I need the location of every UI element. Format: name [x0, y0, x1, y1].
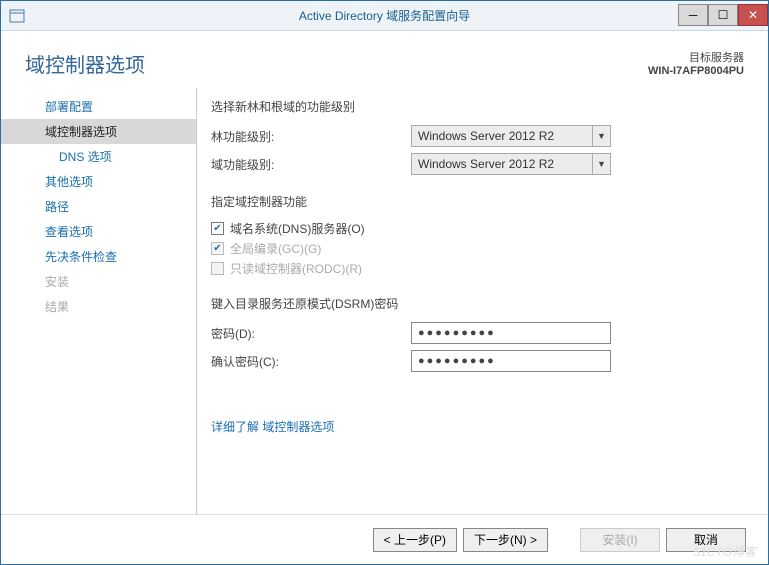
confirm-password-label: 确认密码(C): — [211, 353, 411, 370]
sidebar-item-dc-options[interactable]: 域控制器选项 — [1, 119, 196, 144]
titlebar: Active Directory 域服务配置向导 ─ ☐ ✕ — [1, 1, 768, 31]
sidebar-item-deploy[interactable]: 部署配置 — [1, 94, 196, 119]
gc-checkbox-row: ✔ 全局编录(GC)(G) — [211, 240, 744, 257]
sidebar-item-dns-options[interactable]: DNS 选项 — [1, 144, 196, 169]
window-controls: ─ ☐ ✕ — [678, 5, 768, 26]
section-dc-capabilities: 指定域控制器功能 — [211, 193, 744, 210]
sidebar-item-install: 安装 — [1, 269, 196, 294]
confirm-password-row: 确认密码(C): ●●●●●●●●● — [211, 350, 744, 372]
forest-level-value: Windows Server 2012 R2 — [418, 129, 554, 143]
rodc-checkbox-label: 只读域控制器(RODC)(R) — [230, 260, 362, 277]
gc-checkbox: ✔ — [211, 242, 224, 255]
window-title: Active Directory 域服务配置向导 — [1, 7, 768, 24]
sidebar-item-review[interactable]: 查看选项 — [1, 219, 196, 244]
cancel-button[interactable]: 取消 — [666, 528, 746, 552]
sidebar-item-paths[interactable]: 路径 — [1, 194, 196, 219]
wizard-window: Active Directory 域服务配置向导 ─ ☐ ✕ 域控制器选项 目标… — [0, 0, 769, 565]
domain-level-row: 域功能级别: Windows Server 2012 R2 ▼ — [211, 153, 744, 175]
domain-level-select[interactable]: Windows Server 2012 R2 ▼ — [411, 153, 611, 175]
target-server-label: 目标服务器 — [648, 49, 744, 65]
dns-checkbox[interactable]: ✔ — [211, 222, 224, 235]
target-server-name: WIN-I7AFP8004PU — [648, 65, 744, 77]
password-row: 密码(D): ●●●●●●●●● — [211, 322, 744, 344]
sidebar: 部署配置 域控制器选项 DNS 选项 其他选项 路径 查看选项 先决条件检查 安… — [1, 88, 196, 514]
domain-level-label: 域功能级别: — [211, 156, 411, 173]
divider — [196, 88, 197, 514]
sidebar-item-results: 结果 — [1, 294, 196, 319]
password-input[interactable]: ●●●●●●●●● — [411, 322, 611, 344]
footer: < 上一步(P) 下一步(N) > 安装(I) 取消 51CTO博客 — [1, 514, 768, 564]
dns-checkbox-row[interactable]: ✔ 域名系统(DNS)服务器(O) — [211, 220, 744, 237]
forest-level-select[interactable]: Windows Server 2012 R2 ▼ — [411, 125, 611, 147]
password-label: 密码(D): — [211, 325, 411, 342]
section-dsrm: 键入目录服务还原模式(DSRM)密码 — [211, 295, 744, 312]
target-server-block: 目标服务器 WIN-I7AFP8004PU — [648, 49, 744, 78]
section-functional-levels: 选择新林和根域的功能级别 — [211, 98, 744, 115]
chevron-down-icon: ▼ — [592, 126, 610, 146]
body: 部署配置 域控制器选项 DNS 选项 其他选项 路径 查看选项 先决条件检查 安… — [1, 88, 768, 514]
maximize-button[interactable]: ☐ — [708, 4, 738, 26]
domain-level-value: Windows Server 2012 R2 — [418, 157, 554, 171]
confirm-password-input[interactable]: ●●●●●●●●● — [411, 350, 611, 372]
main-panel: 选择新林和根域的功能级别 林功能级别: Windows Server 2012 … — [211, 88, 744, 514]
close-button[interactable]: ✕ — [738, 4, 768, 26]
rodc-checkbox — [211, 262, 224, 275]
sidebar-item-other[interactable]: 其他选项 — [1, 169, 196, 194]
learn-more-link[interactable]: 详细了解 域控制器选项 — [211, 418, 334, 435]
app-icon — [9, 9, 25, 23]
sidebar-item-prereq[interactable]: 先决条件检查 — [1, 244, 196, 269]
chevron-down-icon: ▼ — [592, 154, 610, 174]
header: 域控制器选项 目标服务器 WIN-I7AFP8004PU — [1, 31, 768, 88]
install-button: 安装(I) — [580, 528, 660, 552]
gc-checkbox-label: 全局编录(GC)(G) — [230, 240, 321, 257]
forest-level-row: 林功能级别: Windows Server 2012 R2 ▼ — [211, 125, 744, 147]
forest-level-label: 林功能级别: — [211, 128, 411, 145]
page-title: 域控制器选项 — [25, 49, 648, 78]
rodc-checkbox-row: 只读域控制器(RODC)(R) — [211, 260, 744, 277]
next-button[interactable]: 下一步(N) > — [463, 528, 548, 552]
minimize-button[interactable]: ─ — [678, 4, 708, 26]
prev-button[interactable]: < 上一步(P) — [373, 528, 457, 552]
dns-checkbox-label: 域名系统(DNS)服务器(O) — [230, 220, 365, 237]
